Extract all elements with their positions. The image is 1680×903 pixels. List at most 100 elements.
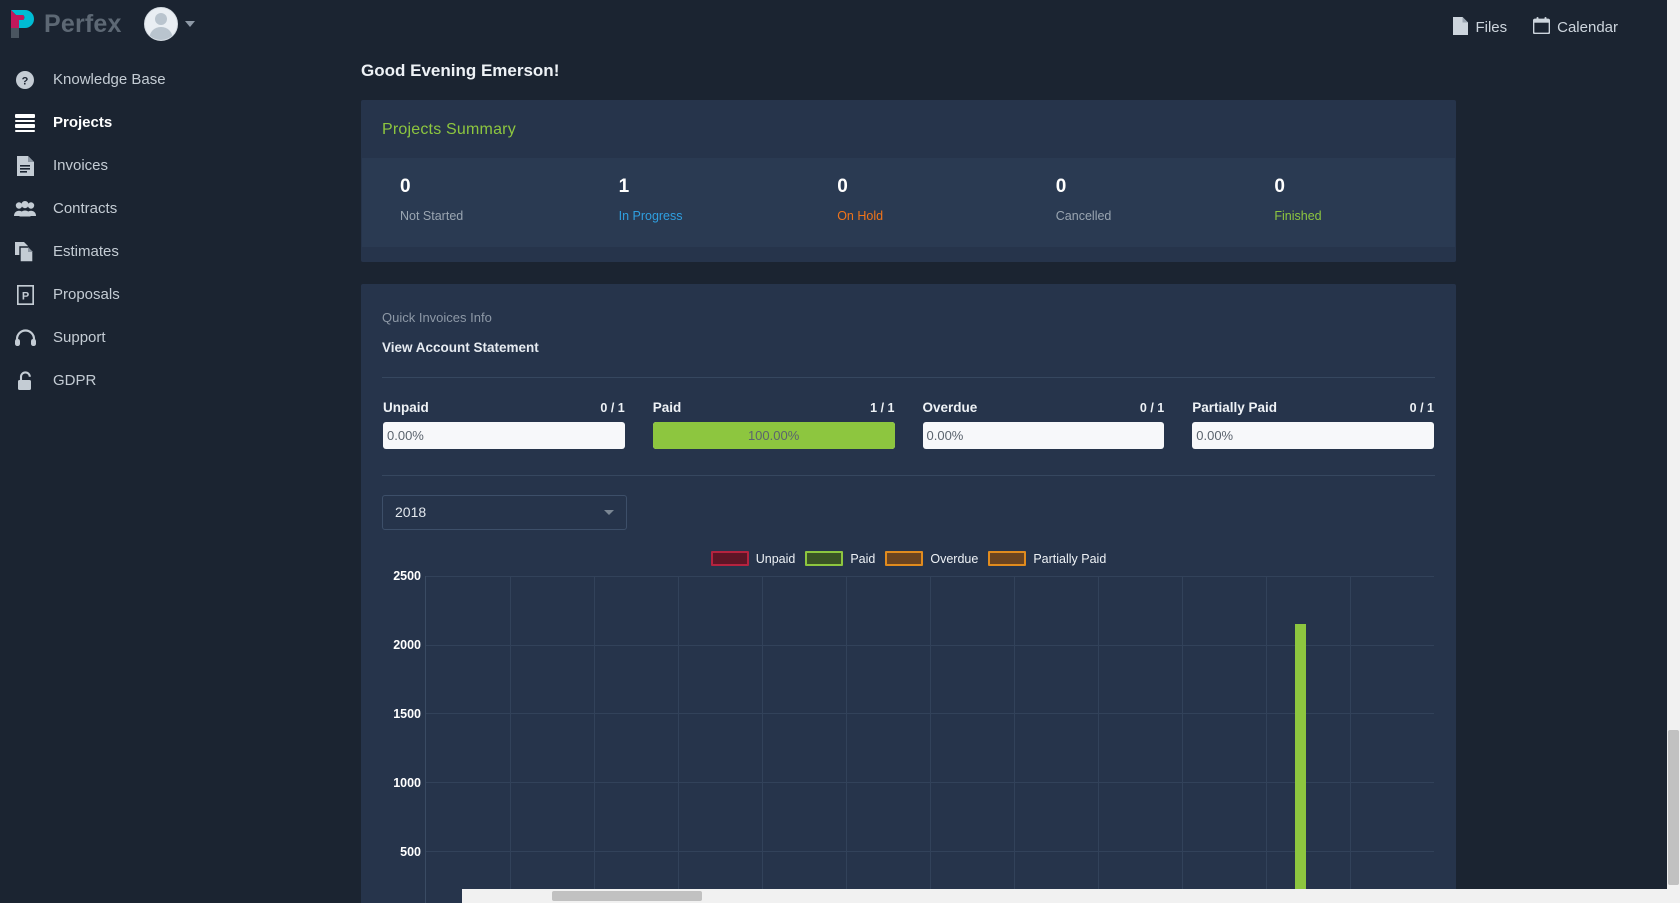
user-menu[interactable] bbox=[143, 7, 195, 41]
sidebar-item-gdpr[interactable]: GDPR bbox=[0, 359, 231, 402]
invoice-document-icon bbox=[14, 155, 36, 177]
progress-label: Partially Paid bbox=[1192, 399, 1278, 415]
horizontal-scrollbar[interactable] bbox=[462, 889, 1667, 903]
chart-series-layer bbox=[425, 576, 1434, 903]
legend-label: Unpaid bbox=[755, 551, 796, 566]
invoices-chart: Unpaid Paid Overdue Partially Paid 05001000… bbox=[361, 530, 1456, 903]
chart-month-group bbox=[845, 576, 929, 903]
chart-month-group bbox=[761, 576, 845, 903]
stat-in-progress: 1 In Progress bbox=[581, 176, 800, 223]
legend-label: Partially Paid bbox=[1033, 551, 1107, 566]
sidebar-item-contracts[interactable]: Contracts bbox=[0, 187, 231, 230]
headset-icon bbox=[14, 327, 36, 349]
calendar-icon bbox=[1532, 17, 1551, 38]
user-avatar-icon[interactable] bbox=[143, 7, 178, 41]
svg-text:P: P bbox=[21, 290, 28, 302]
chart-month-group bbox=[1182, 576, 1266, 903]
quick-invoices-title: Quick Invoices Info bbox=[382, 309, 492, 325]
chart-month-group bbox=[509, 576, 593, 903]
chevron-down-icon bbox=[604, 509, 614, 515]
progress-header: Paid 1 / 1 bbox=[653, 400, 895, 415]
legend-item[interactable]: Overdue bbox=[885, 551, 979, 567]
legend-swatch-icon bbox=[805, 551, 844, 567]
invoice-progress-row: Unpaid 0 / 1 0.00% Paid 1 / 1 100.00% Ov… bbox=[361, 378, 1456, 449]
progress-bar-partially-paid[interactable]: 0.00% bbox=[1192, 421, 1434, 449]
sidebar-item-label: Contracts bbox=[53, 200, 118, 217]
sidebar-item-label: Proposals bbox=[53, 286, 120, 303]
chart-plot-area: 05001000150020002500 bbox=[393, 569, 1434, 903]
y-axis-tick-label: 500 bbox=[400, 844, 421, 859]
files-link[interactable]: Files bbox=[1453, 16, 1507, 39]
panel-spacer bbox=[361, 247, 1456, 262]
chart-month-group bbox=[593, 576, 677, 903]
sidebar-item-label: Knowledge Base bbox=[53, 71, 166, 88]
sidebar-item-proposals[interactable]: P Proposals bbox=[0, 273, 231, 316]
proposal-document-icon: P bbox=[14, 284, 36, 306]
quick-invoices-panel: Quick Invoices Info View Account Stateme… bbox=[361, 283, 1456, 903]
progress-percent: 0.00% bbox=[1196, 427, 1234, 443]
legend-item[interactable]: Unpaid bbox=[710, 551, 796, 567]
horizontal-scrollbar-thumb[interactable] bbox=[552, 891, 702, 901]
progress-label: Paid bbox=[652, 399, 682, 415]
sidebar-item-support[interactable]: Support bbox=[0, 316, 231, 359]
chart-bar[interactable] bbox=[1295, 624, 1307, 903]
perfex-logo-icon[interactable] bbox=[8, 8, 38, 40]
stat-value: 1 bbox=[618, 176, 630, 197]
stat-label: Cancelled bbox=[1055, 208, 1112, 223]
progress-header: Unpaid 0 / 1 bbox=[383, 400, 625, 415]
legend-label: Overdue bbox=[930, 551, 979, 566]
projects-summary-title: Projects Summary bbox=[382, 121, 516, 138]
sidebar-item-label: Projects bbox=[53, 114, 113, 131]
year-select[interactable]: 2018 bbox=[382, 494, 627, 530]
projects-list-icon bbox=[14, 112, 36, 134]
progress-percent: 0.00% bbox=[387, 427, 424, 443]
projects-summary-panel: Projects Summary 0 Not Started 1 In Prog… bbox=[361, 100, 1456, 262]
stat-not-started: 0 Not Started bbox=[362, 176, 581, 223]
stat-finished: 0 Finished bbox=[1236, 176, 1455, 223]
page-title: Good Evening Emerson! bbox=[361, 61, 560, 80]
progress-bar-paid[interactable]: 100.00% bbox=[652, 421, 895, 449]
vertical-scrollbar[interactable] bbox=[1667, 0, 1680, 903]
progress-bar-unpaid[interactable]: 0.00% bbox=[383, 421, 625, 449]
view-account-statement-link[interactable]: View Account Statement bbox=[361, 325, 539, 355]
chart-month-group bbox=[1266, 576, 1350, 903]
lock-icon bbox=[14, 370, 36, 392]
stat-cancelled: 0 Cancelled bbox=[1018, 176, 1237, 223]
stat-label: Not Started bbox=[400, 208, 464, 223]
sidebar-item-label: Support bbox=[53, 329, 106, 346]
chart-month-group bbox=[677, 576, 761, 903]
legend-swatch-icon bbox=[710, 551, 749, 567]
vertical-scrollbar-thumb[interactable] bbox=[1668, 730, 1679, 885]
file-icon bbox=[1453, 16, 1469, 39]
sidebar-item-estimates[interactable]: Estimates bbox=[0, 230, 231, 273]
sidebar-nav: ? Knowledge Base Projects Invoices Contr… bbox=[0, 58, 231, 402]
progress-block-unpaid: Unpaid 0 / 1 0.00% bbox=[383, 400, 625, 449]
question-circle-icon: ? bbox=[14, 69, 36, 91]
legend-item[interactable]: Partially Paid bbox=[988, 551, 1107, 567]
legend-item[interactable]: Paid bbox=[805, 551, 875, 567]
sidebar-item-knowledge-base[interactable]: ? Knowledge Base bbox=[0, 58, 231, 101]
sidebar-item-projects[interactable]: Projects bbox=[0, 101, 231, 144]
calendar-link[interactable]: Calendar bbox=[1532, 17, 1618, 38]
legend-swatch-icon bbox=[988, 551, 1027, 567]
legend-swatch-icon bbox=[885, 551, 924, 567]
brand-row: Perfex bbox=[0, 0, 231, 48]
brand-name: Perfex bbox=[44, 9, 122, 38]
y-axis-tick-label: 2500 bbox=[393, 568, 421, 583]
y-axis-tick-label: 1500 bbox=[393, 706, 421, 721]
year-select-value: 2018 bbox=[395, 504, 427, 521]
chart-month-group bbox=[425, 576, 509, 903]
progress-ratio: 0 / 1 bbox=[600, 400, 625, 415]
sidebar-item-invoices[interactable]: Invoices bbox=[0, 144, 231, 187]
stat-label: In Progress bbox=[618, 208, 683, 223]
progress-percent: 0.00% bbox=[926, 427, 964, 443]
progress-header: Partially Paid 0 / 1 bbox=[1192, 400, 1434, 415]
chart-month-group bbox=[929, 576, 1013, 903]
chart-y-axis: 05001000150020002500 bbox=[383, 569, 421, 903]
progress-label: Overdue bbox=[922, 399, 978, 415]
chart-month-group bbox=[1014, 576, 1098, 903]
progress-bar-overdue[interactable]: 0.00% bbox=[922, 421, 1165, 449]
sidebar: Perfex ? Knowledge Base Projects Invoice… bbox=[0, 0, 231, 903]
progress-header: Overdue 0 / 1 bbox=[923, 400, 1165, 415]
chevron-down-icon[interactable] bbox=[184, 21, 195, 27]
